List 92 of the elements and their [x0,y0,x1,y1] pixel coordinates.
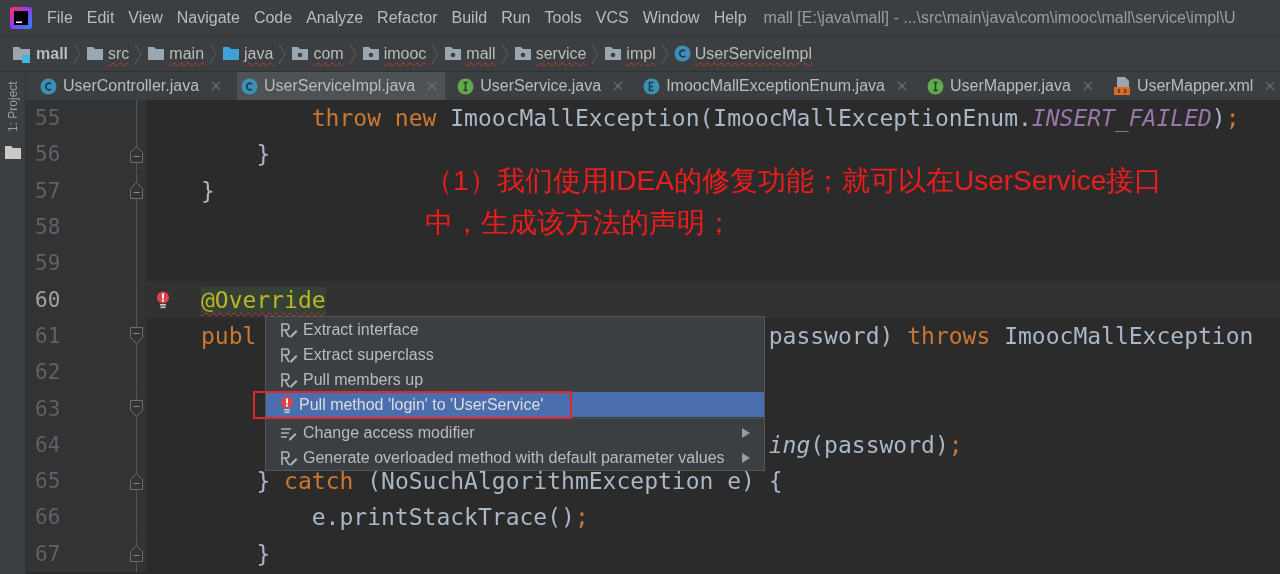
breadcrumb-item[interactable]: service [513,44,587,63]
chevron-separator-icon [209,42,218,65]
code-line: } catch (NoSuchAlgorithmException e) { [255,467,783,497]
menu-item[interactable]: Tools [544,8,582,27]
chevron-separator-icon [431,42,440,65]
project-tool-tab[interactable]: 1: Project [5,80,20,132]
close-icon[interactable] [613,81,624,91]
module-folder-icon [12,44,32,63]
package-folder-icon [291,46,310,61]
menu-item[interactable]: Edit [86,8,115,27]
menu-item[interactable]: Extract superclass [266,342,764,367]
file-tab[interactable]: UserMapper.xml [1108,72,1280,103]
refactor-icon [280,371,298,388]
breadcrumb-item[interactable]: src [86,44,130,63]
menu-item[interactable]: Pull method 'login' to 'UserService' [266,392,764,417]
fold-marker-icon[interactable] [130,545,143,563]
app-logo-icon [10,6,32,29]
breadcrumb-item[interactable]: main [147,44,205,63]
chevron-separator-icon [278,42,287,65]
menu-item[interactable]: Extract interface [266,317,764,342]
fold-marker-icon[interactable] [130,400,143,417]
breadcrumb-item[interactable]: imooc [361,44,427,63]
package-folder-icon [604,46,623,61]
chevron-separator-icon [348,42,357,65]
breadcrumb-item[interactable]: impl [604,44,656,63]
menu-item[interactable]: Build [451,8,488,27]
menu-item[interactable]: Help [713,8,747,27]
breadcrumb-item[interactable]: java [222,44,274,63]
menu-item[interactable]: Navigate [176,8,240,27]
code-line: } [255,539,271,569]
breadcrumb-item[interactable]: UserServiceImpl [673,44,813,63]
enum-icon [643,77,661,95]
code-line: } [201,176,215,206]
code-line: throw new ImoocMallException(ImoocMallExceptionEnum.INSERT_FAILED); [310,104,1240,134]
chevron-separator-icon [73,42,81,65]
error-bulb-icon [280,395,294,414]
menu-item[interactable]: File [47,8,73,27]
window-title: mall [E:\java\mall] - ...\src\main\java\com\imooc\mall\service\impl\U [763,8,1236,27]
breadcrumb-item[interactable]: mall [444,44,496,63]
file-tab[interactable]: ImoocMallExceptionEnum.java [639,72,915,103]
code-line: } [255,140,271,170]
close-icon[interactable] [211,81,222,91]
file-tab[interactable]: UserMapper.java [922,72,1101,103]
fold-marker-icon[interactable] [130,182,143,200]
breadcrumb-item[interactable]: mall [12,44,68,63]
close-icon[interactable] [1265,81,1276,91]
chevron-separator-icon [660,42,669,65]
close-icon[interactable] [1082,81,1093,91]
package-folder-icon [361,46,380,61]
refactor-icon [280,346,298,363]
folder-icon [4,146,21,159]
menu-item[interactable]: Analyze [306,8,364,27]
folder-icon [222,46,241,61]
fold-marker-icon[interactable] [130,327,143,345]
menu-item[interactable]: Refactor [377,8,438,27]
close-icon[interactable] [896,81,907,91]
code-line: ing(password); [768,430,963,460]
menu-item[interactable]: Generate overloaded method with default parameter values [266,445,764,470]
annotation-text: （1）我们使用IDEA的修复功能；就可以在UserService接口 中，生成该方法的声明； [425,164,1163,240]
close-icon[interactable] [427,81,438,91]
menu-item[interactable]: Window [642,8,700,27]
menu-item[interactable]: Pull members up [266,367,764,392]
class-icon [40,77,57,95]
breadcrumb-item[interactable]: com [291,44,344,63]
interface-icon [926,77,944,95]
interface-icon [457,77,475,95]
error-bulb-icon[interactable] [156,290,170,309]
package-folder-icon [513,46,532,61]
fold-marker-icon[interactable] [130,472,143,490]
folder-icon [147,46,166,61]
refactor-icon [280,321,298,338]
fold-marker-icon[interactable] [130,145,143,163]
menu-item[interactable]: Change access modifier [266,420,764,445]
class-icon [241,77,259,95]
class-icon [673,45,691,62]
menu-item[interactable]: View [128,8,163,27]
code-line: e.printStackTrace(); [310,503,589,533]
menu-item[interactable]: VCS [595,8,629,27]
xml-file-icon [1112,77,1131,95]
file-tab[interactable]: UserService.java [453,72,632,103]
chevron-separator-icon [591,42,600,65]
chevron-separator-icon [500,42,509,65]
chevron-separator-icon [134,42,143,65]
refactor-icon [280,449,298,466]
line-number: 60 [34,287,62,312]
file-tab[interactable]: UserController.java [36,72,230,103]
menu-item[interactable]: Code [253,8,293,27]
folder-icon [86,46,104,61]
package-folder-icon [444,46,463,61]
menu-item[interactable]: Run [501,8,531,27]
code-line: publ [201,321,257,351]
code-line: password) throws ImoocMallException [768,321,1254,351]
